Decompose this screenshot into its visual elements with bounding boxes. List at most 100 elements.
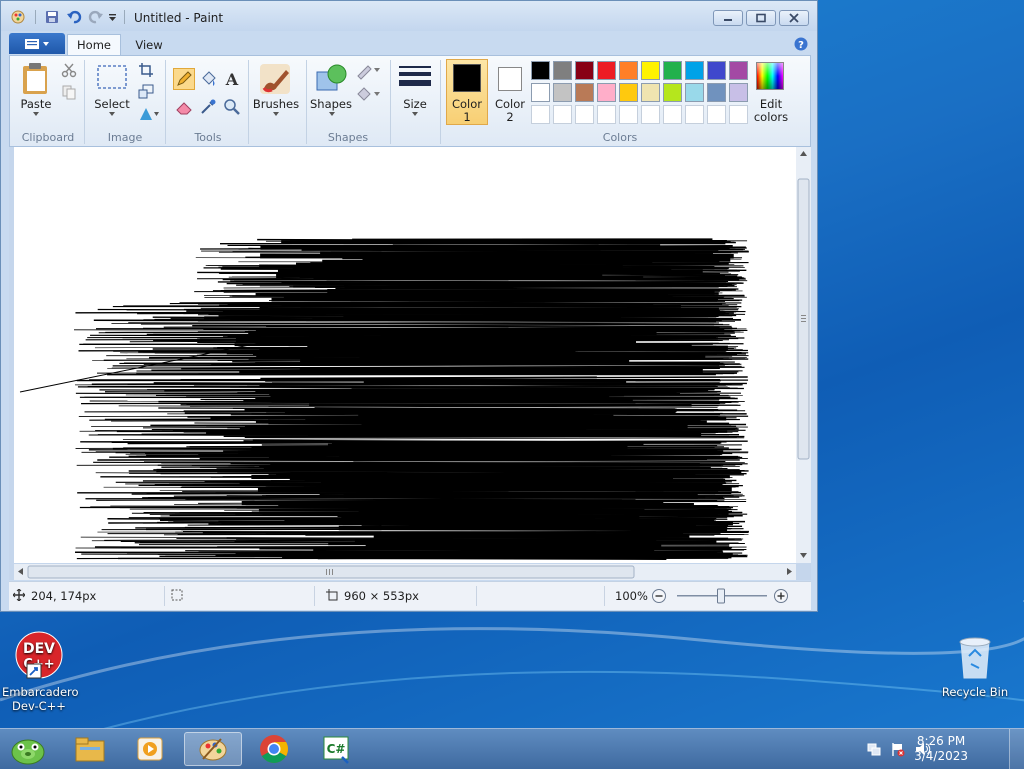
rotate-icon[interactable] [138, 106, 160, 122]
palette-swatch[interactable] [663, 83, 682, 102]
color-picker-icon[interactable] [199, 98, 217, 116]
scroll-right-arrow[interactable] [787, 568, 792, 575]
size-icon[interactable] [398, 64, 432, 92]
tab-view[interactable]: View [127, 34, 171, 55]
maximize-button[interactable] [746, 10, 776, 26]
tab-home[interactable]: Home [67, 34, 121, 55]
shape-fill-icon[interactable] [356, 84, 382, 102]
horizontal-scrollbar[interactable] [14, 564, 796, 580]
palette-swatch[interactable] [641, 83, 660, 102]
redo-icon[interactable] [88, 9, 104, 25]
eraser-icon[interactable] [175, 98, 193, 116]
paste-dropdown-icon[interactable] [32, 111, 40, 117]
drawing-canvas[interactable] [14, 147, 796, 563]
palette-swatch[interactable] [663, 105, 682, 124]
palette-swatch[interactable] [553, 105, 572, 124]
horizontal-scroll-thumb[interactable] [28, 566, 634, 578]
outline-icon[interactable] [356, 62, 382, 80]
action-center-flag-icon[interactable] [890, 741, 906, 757]
vertical-scrollbar[interactable] [796, 147, 811, 563]
brushes-dropdown-icon[interactable] [272, 111, 280, 117]
start-button[interactable] [0, 732, 56, 766]
help-icon[interactable]: ? [793, 36, 809, 52]
palette-swatch[interactable] [685, 105, 704, 124]
palette-swatch[interactable] [553, 83, 572, 102]
palette-swatch[interactable] [597, 61, 616, 80]
palette-swatch[interactable] [619, 83, 638, 102]
select-icon[interactable] [96, 64, 128, 92]
close-button[interactable] [779, 10, 809, 26]
palette-swatch[interactable] [685, 83, 704, 102]
zoom-out-icon[interactable] [651, 588, 667, 604]
palette-swatch[interactable] [663, 61, 682, 80]
edit-colors-button[interactable]: Editcolors [748, 98, 794, 124]
palette-swatch[interactable] [707, 105, 726, 124]
show-desktop-button[interactable] [1009, 729, 1024, 769]
color2-swatch[interactable] [498, 67, 522, 91]
resize-icon[interactable] [138, 84, 154, 100]
scroll-up-arrow[interactable] [800, 151, 807, 156]
palette-swatch[interactable] [553, 61, 572, 80]
zoom-slider[interactable] [677, 588, 769, 604]
zoom-in-icon[interactable] [773, 588, 789, 604]
select-button[interactable]: Select [90, 98, 134, 111]
paint-menu-button[interactable] [9, 33, 65, 54]
palette-swatch[interactable] [641, 61, 660, 80]
size-button[interactable]: Size [394, 98, 436, 111]
palette-swatch[interactable] [531, 83, 550, 102]
paint-app-icon[interactable] [9, 9, 27, 25]
brushes-icon[interactable] [258, 62, 292, 96]
palette-swatch[interactable] [575, 105, 594, 124]
taskbar-chrome[interactable] [246, 732, 302, 766]
shapes-icon[interactable] [315, 62, 349, 94]
palette-swatch[interactable] [597, 83, 616, 102]
cut-icon[interactable] [61, 62, 77, 78]
size-dropdown-icon[interactable] [411, 111, 419, 117]
palette-swatch[interactable] [707, 83, 726, 102]
taskbar-paint[interactable] [184, 732, 242, 766]
palette-swatch[interactable] [619, 61, 638, 80]
palette-swatch[interactable] [707, 61, 726, 80]
network-icon[interactable] [866, 741, 882, 757]
palette-swatch[interactable] [729, 61, 748, 80]
taskbar-media-player[interactable] [122, 732, 178, 766]
save-icon[interactable] [44, 9, 60, 25]
palette-swatch[interactable] [729, 105, 748, 124]
select-dropdown-icon[interactable] [108, 111, 116, 117]
desktop-icon-devcpp[interactable]: DEV C++ Embarcadero Dev-C++ [2, 630, 76, 713]
scribble-drawing [14, 147, 796, 563]
paste-button[interactable]: Paste [14, 98, 58, 111]
taskbar-csharp-app[interactable]: C# [308, 732, 364, 766]
palette-swatch[interactable] [597, 105, 616, 124]
customize-qat-icon[interactable] [108, 9, 118, 25]
copy-icon[interactable] [61, 84, 77, 100]
shapes-dropdown-icon[interactable] [328, 111, 336, 117]
brushes-button[interactable]: Brushes [248, 98, 304, 111]
zoom-slider-thumb[interactable] [718, 589, 725, 603]
shapes-button[interactable]: Shapes [308, 98, 354, 111]
minimize-button[interactable] [713, 10, 743, 26]
taskbar-explorer[interactable] [62, 732, 118, 766]
tools-group-label: Tools [168, 131, 248, 144]
undo-icon[interactable] [66, 9, 82, 25]
palette-swatch[interactable] [575, 83, 594, 102]
paint-taskbar-icon [197, 735, 229, 763]
scroll-down-arrow[interactable] [800, 553, 807, 558]
scroll-left-arrow[interactable] [18, 568, 23, 575]
desktop-icon-recycle-bin[interactable]: Recycle Bin [940, 630, 1010, 699]
edit-colors-icon[interactable] [756, 62, 784, 90]
paste-icon[interactable] [21, 62, 51, 96]
palette-swatch[interactable] [729, 83, 748, 102]
palette-swatch[interactable] [685, 61, 704, 80]
palette-swatch[interactable] [641, 105, 660, 124]
color2-label[interactable]: Color2 [488, 98, 532, 124]
palette-swatch[interactable] [619, 105, 638, 124]
magnifier-icon[interactable] [223, 98, 241, 116]
palette-swatch[interactable] [531, 105, 550, 124]
palette-swatch[interactable] [531, 61, 550, 80]
text-icon[interactable]: A [223, 70, 241, 88]
system-clock[interactable]: 8:26 PM 3/4/2023 [914, 734, 968, 764]
palette-swatch[interactable] [575, 61, 594, 80]
crop-icon[interactable] [138, 62, 154, 78]
fill-icon[interactable] [199, 70, 217, 88]
